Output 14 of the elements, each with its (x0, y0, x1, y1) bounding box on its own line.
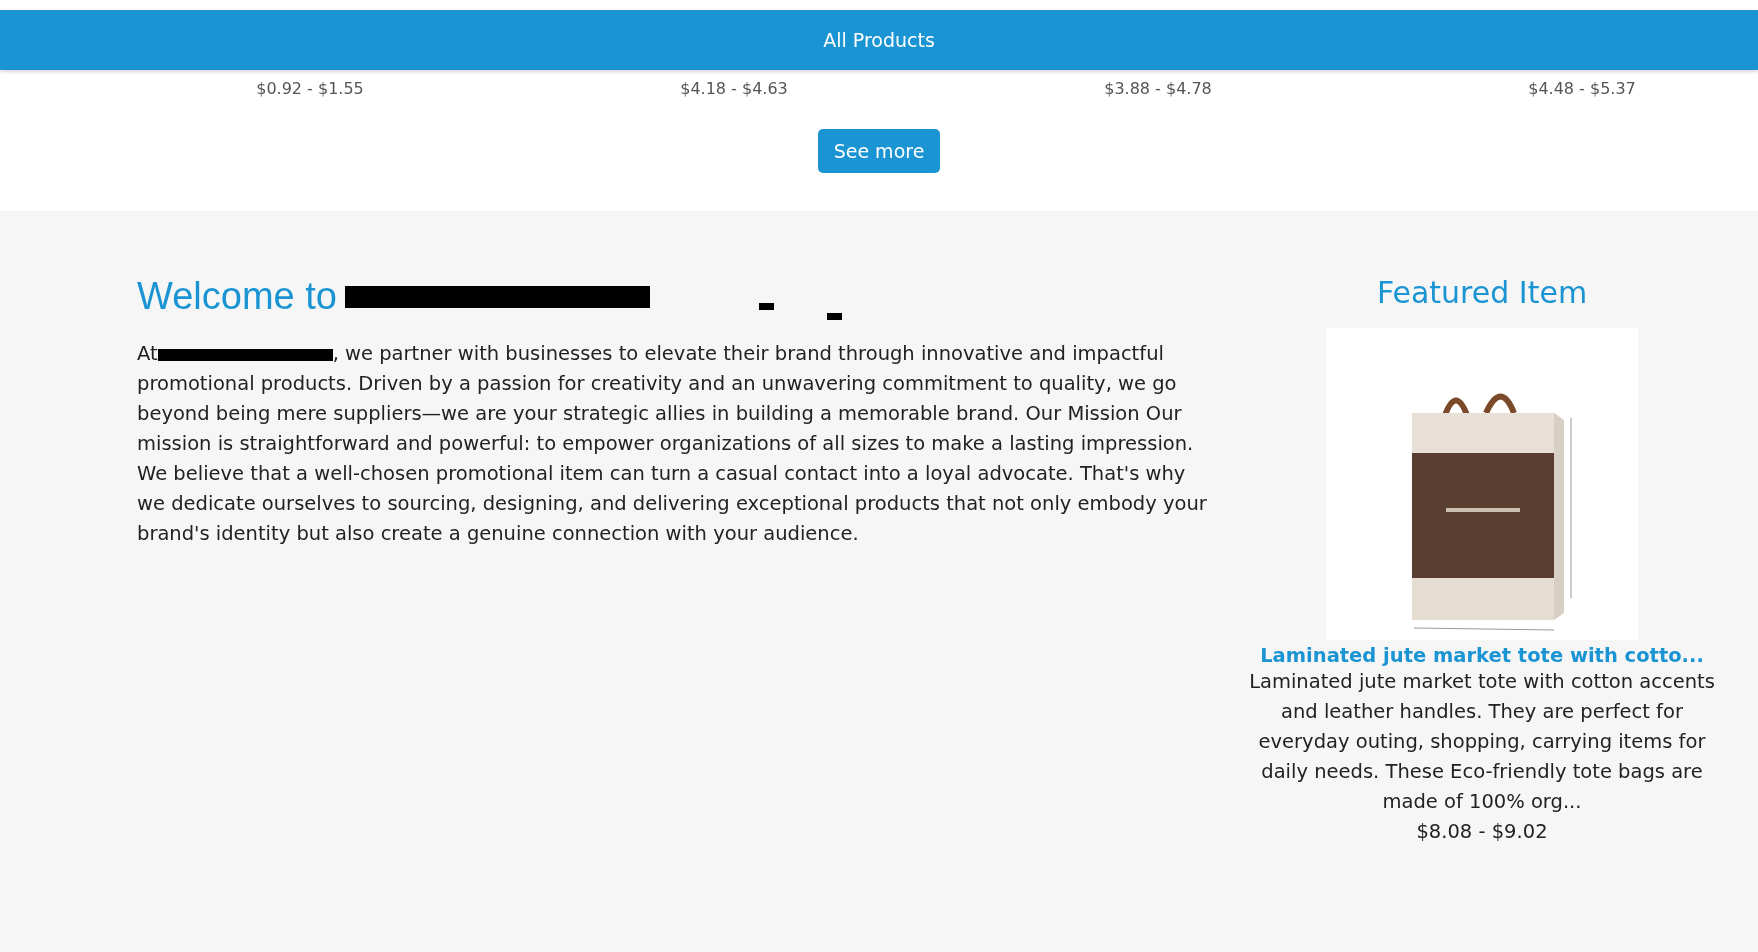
intro-text: At , we partner with businesses to elevate their brand through innovative and impactful promotional products. Driven by a passion for creativity and an unwavering commitment to quality, we go beyond being mere suppliers—we are your strategic allies in building a memorable brand. Our Mission Our mission is straightforward and powerful: to empower organizations of all sizes to make a lasting impression. We believe that a well-chosen promotional item can turn a casual contact into a loyal advocate. That's why we dedicate ourselves to sourcing, designing, and delivering exceptional products that not only embody your brand's identity but also create a genuine connection with your audience. (137, 341, 1208, 547)
redaction-bar (759, 303, 774, 310)
header-title: All Products (823, 29, 935, 51)
featured-heading: Featured Item (1376, 275, 1588, 310)
price-range: $8.08 - $9.02 (1416, 819, 1548, 845)
welcome-heading: Welcome to (137, 275, 337, 318)
price-range: $4.18 - $4.63 (680, 78, 788, 98)
price-range: $3.88 - $4.78 (1104, 78, 1212, 98)
product-title-link[interactable]: Laminated jute market tote with cotto... (1260, 644, 1704, 667)
redaction-bar (827, 313, 842, 320)
product-description: Laminated jute market tote with cotton accents and leather handles. They are perfect for everyday outing, shopping, carrying items for daily needs. These Eco-friendly tote bags are made of 100% org... (1248, 669, 1716, 815)
price-range: $0.92 - $1.55 (256, 78, 364, 98)
price-range: $4.48 - $5.37 (1528, 78, 1636, 98)
see-more-button[interactable]: See more (817, 129, 941, 173)
